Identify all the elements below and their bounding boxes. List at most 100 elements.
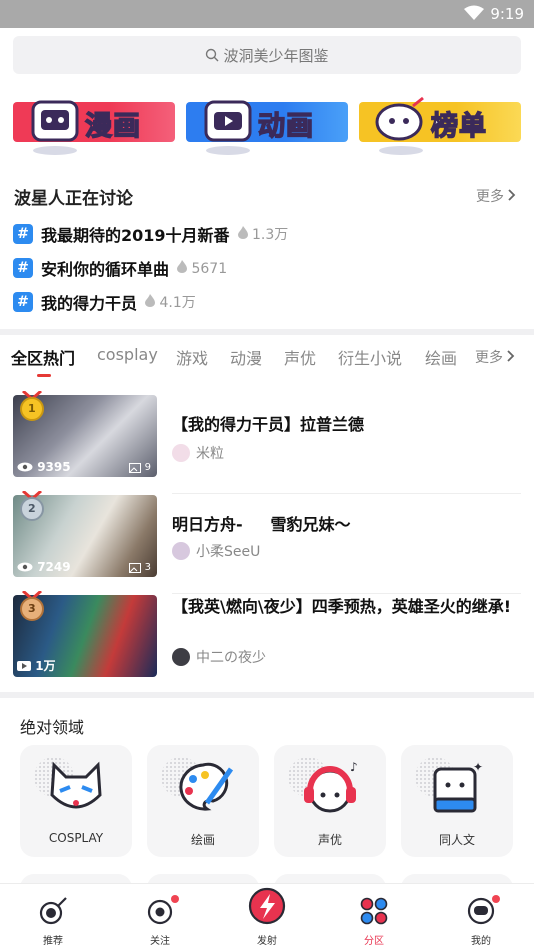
post-title: 【我英\燃向\夜少】四季预热，英雄圣火的继承! <box>172 597 511 616</box>
card-separator <box>172 493 521 494</box>
flame-icon <box>177 259 188 273</box>
play-icon <box>17 660 31 671</box>
notification-badge <box>492 895 500 903</box>
image-count: 3 <box>129 562 151 573</box>
nav-label: 推荐 <box>43 936 63 947</box>
section-divider <box>0 329 534 335</box>
post-author[interactable]: 中二の夜少 <box>172 647 266 667</box>
banner-manga[interactable]: 漫画 <box>13 96 175 160</box>
topic-title: 我的得力干员 <box>41 294 138 313</box>
author-name: 米粒 <box>196 446 224 462</box>
hashtag-icon: # <box>13 224 33 244</box>
hashtag-icon: # <box>13 258 33 278</box>
post-card[interactable]: 1万 3 【我英\燃向\夜少】四季预热，英雄圣火的继承! 中二の夜少 <box>13 591 521 677</box>
chat-mascot-icon <box>375 96 424 141</box>
topic-heat: 4.1万 <box>145 292 196 312</box>
topic-heat-value: 4.1万 <box>159 295 196 311</box>
image-icon <box>129 562 142 573</box>
discussion-title: 波星人正在讨论 <box>14 189 133 209</box>
nav-follow[interactable]: 关注 <box>130 884 190 949</box>
domain-tile-drawing[interactable]: 绘画 <box>147 745 259 857</box>
rank-number: 3 <box>28 602 36 615</box>
tab-drawing[interactable]: 绘画 <box>425 345 457 369</box>
chevron-right-icon <box>508 189 516 201</box>
search-icon <box>206 48 219 62</box>
post-author[interactable]: 小柔SeeU <box>172 541 260 561</box>
post-card[interactable]: 9395 9 1 【我的得力干员】拉普兰德 米粒 <box>13 391 521 494</box>
eye-icon <box>17 562 33 572</box>
tab-voice-actors[interactable]: 声优 <box>284 345 316 369</box>
avatar <box>172 444 190 462</box>
topic-heat: 1.3万 <box>237 224 289 244</box>
tile-label: 声优 <box>317 833 342 847</box>
topic-title: 我最期待的2019十月新番 <box>41 226 230 245</box>
avatar <box>172 648 190 666</box>
search-input[interactable]: 波洞美少年图鉴 <box>13 36 521 74</box>
domain-tile-voice[interactable]: ♪ 声优 <box>274 745 386 857</box>
topic-heat: 5671 <box>177 259 228 277</box>
robot-mascot-icon <box>31 100 79 142</box>
tile-label: COSPLAY <box>48 831 104 845</box>
nav-label: 关注 <box>150 936 170 947</box>
rank-number: 1 <box>28 402 36 415</box>
active-tab-indicator <box>37 374 51 377</box>
post-author[interactable]: 米粒 <box>172 443 224 463</box>
tab-anime[interactable]: 动漫 <box>230 345 262 369</box>
search-placeholder: 波洞美少年图鉴 <box>223 46 329 65</box>
view-count-value: 7249 <box>37 560 71 574</box>
topic-heat-value: 5671 <box>191 260 228 277</box>
banner-label: 榜单 <box>430 110 487 143</box>
nav-label: 我的 <box>471 936 491 947</box>
tab-cosplay[interactable]: cosplay <box>97 345 158 364</box>
nav-label: 分区 <box>364 936 384 947</box>
discussion-more-link[interactable]: 更多 <box>476 186 516 206</box>
fox-mask-icon <box>50 761 102 809</box>
category-tabs: 全区热门 cosplay 游戏 动漫 声优 衍生小说 绘画 更多 <box>0 336 534 380</box>
chevron-right-icon <box>507 350 515 362</box>
domain-tile-fanfic[interactable]: ✦ 同人文 <box>401 745 513 857</box>
flame-icon <box>145 294 156 307</box>
tab-fan-fiction[interactable]: 衍生小说 <box>338 345 402 369</box>
tv-mascot-icon <box>204 100 252 142</box>
topic-item[interactable]: # 安利你的循环单曲 5671 <box>13 256 227 280</box>
flame-icon <box>237 226 248 239</box>
eye-icon <box>17 462 33 472</box>
banner-shadow <box>33 146 77 155</box>
status-time: 9:19 <box>490 5 524 23</box>
svg-text:♪: ♪ <box>350 760 358 774</box>
notification-badge <box>171 895 179 903</box>
nav-zones[interactable]: 分区 <box>344 884 404 949</box>
banner-shadow <box>206 146 250 155</box>
banner-ranking[interactable]: 榜单 <box>359 96 521 160</box>
post-title: 明日方舟- 雪豹兄妹～ <box>172 515 351 534</box>
rank-number: 2 <box>28 502 36 515</box>
nav-label: 发射 <box>257 936 277 947</box>
image-count-value: 3 <box>144 562 151 573</box>
topic-heat-value: 1.3万 <box>252 227 289 243</box>
domain-tile-cosplay[interactable]: COSPLAY <box>20 745 132 857</box>
tile-label: 绘画 <box>190 833 215 847</box>
topic-item[interactable]: # 我最期待的2019十月新番 1.3万 <box>13 222 288 246</box>
section-divider <box>0 692 534 698</box>
wifi-icon <box>464 5 484 20</box>
tab-all-hot[interactable]: 全区热门 <box>11 345 75 369</box>
banner-label: 漫画 <box>84 110 141 143</box>
tab-games[interactable]: 游戏 <box>176 345 208 369</box>
rocket-astronaut-icon <box>39 897 67 925</box>
tabs-more-link[interactable]: 更多 <box>475 347 515 367</box>
image-count-value: 9 <box>144 462 151 473</box>
view-count-value: 1万 <box>35 659 56 673</box>
author-name: 小柔SeeU <box>196 544 261 560</box>
topic-title: 安利你的循环单曲 <box>41 260 170 279</box>
post-card[interactable]: 7249 3 2 明日方舟- 雪豹兄妹～ 小柔SeeU <box>13 491 521 594</box>
banner-label: 动画 <box>257 110 314 143</box>
nav-recommend[interactable]: 推荐 <box>23 884 83 949</box>
banner-anime[interactable]: 动画 <box>186 96 348 160</box>
image-count: 9 <box>129 462 151 473</box>
nav-mine[interactable]: 我的 <box>451 884 511 949</box>
banner-shadow <box>379 146 423 155</box>
nav-launch[interactable]: 发射 <box>237 884 297 949</box>
topic-item[interactable]: # 我的得力干员 4.1万 <box>13 290 196 314</box>
status-bar: 9:19 <box>0 0 534 28</box>
image-icon <box>129 462 142 473</box>
